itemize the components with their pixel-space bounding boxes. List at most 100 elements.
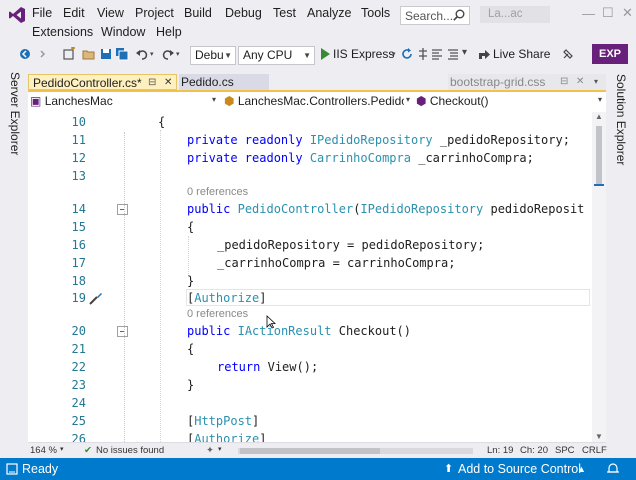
- chevron-down-icon[interactable]: ▾: [218, 445, 222, 453]
- chevron-down-icon[interactable]: ▾: [212, 95, 216, 104]
- whitespace-indicator[interactable]: SPC: [555, 445, 575, 456]
- source-control-up-icon[interactable]: ⬆: [444, 462, 453, 475]
- menu-analyze[interactable]: Analyze: [307, 6, 351, 20]
- quick-actions-brush-icon[interactable]: [88, 290, 104, 306]
- line-ending-indicator[interactable]: CRLF: [582, 445, 607, 456]
- pin-tab-icon[interactable]: ⊟: [560, 74, 568, 90]
- code-cleanup-icon[interactable]: ✦: [206, 445, 214, 456]
- undo-dropdown-icon[interactable]: ▾: [150, 50, 154, 58]
- run-target-dropdown-icon[interactable]: ▾: [392, 50, 396, 58]
- menu-debug[interactable]: Debug: [225, 6, 262, 20]
- codelens-references[interactable]: 0 references: [187, 186, 248, 198]
- save-icon[interactable]: [99, 47, 113, 61]
- run-target-button[interactable]: IIS Express: [333, 47, 394, 61]
- save-all-icon[interactable]: [115, 47, 129, 61]
- feedback-icon[interactable]: [561, 47, 575, 61]
- solution-name: La...ac: [488, 8, 523, 20]
- zoom-level[interactable]: 164 %: [30, 445, 57, 456]
- line-number: 19: [71, 291, 86, 305]
- codelens-references[interactable]: 0 references: [187, 308, 248, 320]
- menu-extensions[interactable]: Extensions: [32, 25, 93, 39]
- class-select[interactable]: ⬢ LanchesMac.Controllers.PedidoC: [224, 94, 404, 109]
- hot-reload-icon[interactable]: [416, 47, 430, 61]
- code-editor[interactable]: 10 11 12 13 14 15 16 17 18 19 20 21 22 2…: [28, 112, 592, 442]
- code-line: [Authorize]: [187, 432, 267, 442]
- search-input[interactable]: Search...: [400, 6, 470, 25]
- line-number: 23: [71, 378, 86, 392]
- horizontal-scrollbar[interactable]: [238, 448, 473, 454]
- menu-file[interactable]: File: [32, 6, 52, 20]
- close-tab-icon[interactable]: ✕: [164, 75, 172, 91]
- chevron-down-icon[interactable]: ▾: [406, 95, 410, 104]
- comment-lines-icon[interactable]: [430, 47, 444, 61]
- scrollbar-thumb[interactable]: [596, 126, 602, 184]
- menu-help[interactable]: Help: [156, 25, 182, 39]
- minimize-icon[interactable]: —: [582, 6, 595, 21]
- solution-configuration-select[interactable]: Debu ▼: [190, 46, 236, 65]
- output-window-icon[interactable]: [6, 463, 18, 475]
- redo-dropdown-icon[interactable]: ▾: [176, 50, 180, 58]
- menu-build[interactable]: Build: [184, 6, 212, 20]
- tab-label: bootstrap-grid.css: [450, 75, 546, 89]
- document-tab-strip: PedidoController.cs* ⊟ ✕ Pedido.cs boots…: [28, 66, 606, 92]
- close-tab-icon[interactable]: ✕: [576, 74, 584, 90]
- collapse-region-icon[interactable]: [117, 204, 128, 215]
- experimental-badge[interactable]: EXP: [592, 44, 628, 64]
- menu-view[interactable]: View: [97, 6, 124, 20]
- chevron-down-icon: ▼: [224, 51, 232, 60]
- navigate-back-icon[interactable]: [18, 47, 32, 61]
- code-line: [Authorize]: [187, 291, 267, 305]
- tab-bootstrap-grid[interactable]: bootstrap-grid.css ⊟ ✕ ▾: [448, 74, 606, 90]
- navigate-forward-icon[interactable]: [36, 47, 50, 61]
- pin-tab-icon[interactable]: ⊟: [148, 75, 156, 91]
- redo-icon[interactable]: [161, 47, 175, 61]
- notifications-bell-icon[interactable]: [606, 462, 620, 476]
- run-play-icon[interactable]: [319, 47, 331, 61]
- issues-status[interactable]: No issues found: [96, 445, 164, 456]
- code-line: private readonly CarrinhoCompra _carrinh…: [187, 151, 534, 165]
- live-share-icon[interactable]: [477, 47, 491, 61]
- line-number: 17: [71, 256, 86, 270]
- live-share-button[interactable]: Live Share: [493, 47, 550, 61]
- tab-pedido-controller[interactable]: PedidoController.cs* ⊟ ✕: [28, 74, 177, 90]
- project-name: LanchesMac: [44, 94, 113, 108]
- scroll-down-icon[interactable]: ▼: [595, 432, 603, 441]
- code-line: }: [187, 378, 195, 392]
- zoom-dropdown-icon[interactable]: ▾: [60, 445, 64, 453]
- new-project-icon[interactable]: [62, 47, 76, 61]
- refresh-icon[interactable]: [400, 47, 414, 61]
- close-window-icon[interactable]: ✕: [622, 5, 633, 21]
- vertical-scrollbar[interactable]: ▲ ▼: [592, 112, 606, 442]
- source-control-up-icon[interactable]: ▲: [577, 464, 586, 474]
- solution-explorer-tab[interactable]: Solution Explorer: [614, 74, 628, 165]
- search-placeholder: Search...: [405, 9, 454, 23]
- menu-test[interactable]: Test: [273, 6, 296, 20]
- line-indicator[interactable]: Ln: 19: [487, 445, 513, 456]
- menu-window[interactable]: Window: [101, 25, 145, 39]
- scrollbar-thumb[interactable]: [240, 448, 380, 454]
- code-line: }: [187, 274, 195, 288]
- collapse-region-icon[interactable]: [117, 326, 128, 337]
- member-select[interactable]: ⬢ Checkout(): [416, 94, 596, 109]
- open-file-icon[interactable]: [82, 47, 96, 61]
- column-indicator[interactable]: Ch: 20: [520, 445, 548, 456]
- solution-platform-select[interactable]: Any CPU ▼: [238, 46, 315, 65]
- line-number: 25: [71, 414, 86, 428]
- chevron-down-icon[interactable]: ▾: [598, 95, 602, 104]
- scroll-up-icon[interactable]: ▲: [595, 112, 603, 121]
- project-select[interactable]: ▣ LanchesMac: [30, 94, 220, 109]
- maximize-icon[interactable]: ☐: [602, 5, 614, 21]
- menu-edit[interactable]: Edit: [63, 6, 85, 20]
- line-number: 24: [71, 396, 86, 410]
- menu-project[interactable]: Project: [135, 6, 174, 20]
- tab-pedido[interactable]: Pedido.cs: [179, 74, 269, 90]
- undo-icon[interactable]: [135, 47, 149, 61]
- class-icon: ⬢: [224, 94, 235, 108]
- toolbar-overflow-icon[interactable]: ▾: [462, 47, 467, 58]
- menu-tools[interactable]: Tools: [361, 6, 390, 20]
- tab-list-dropdown-icon[interactable]: ▾: [594, 74, 598, 90]
- format-document-icon[interactable]: [446, 47, 460, 61]
- server-explorer-tab[interactable]: Server Explorer: [8, 72, 22, 155]
- add-to-source-control-button[interactable]: Add to Source Control: [458, 462, 581, 476]
- line-number: 14: [71, 202, 86, 216]
